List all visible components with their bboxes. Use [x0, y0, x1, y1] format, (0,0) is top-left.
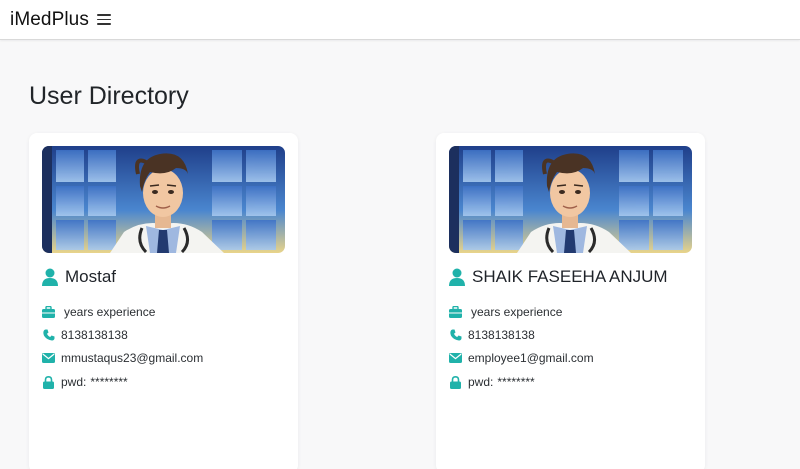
- email-address: mmustaqus23@gmail.com: [61, 351, 204, 365]
- experience-row: years experience: [449, 305, 562, 319]
- password-value: ********: [497, 375, 535, 389]
- password-label: pwd:: [61, 375, 87, 389]
- brand-logo[interactable]: iMedPlus: [10, 9, 89, 31]
- experience-row: years experience: [42, 305, 155, 319]
- page-title: User Directory: [29, 82, 189, 110]
- user-card: Mostaf years experience 8138138138 mmust: [29, 133, 298, 469]
- experience-text: years experience: [471, 305, 563, 319]
- user-icon: [449, 268, 465, 286]
- user-name-row: SHAIK FASEEHA ANJUM: [449, 267, 668, 287]
- phone-row: 8138138138: [42, 328, 128, 342]
- envelope-icon: [449, 352, 462, 365]
- user-card: SHAIK FASEEHA ANJUM years experience 813…: [436, 133, 705, 469]
- email-row: employee1@gmail.com: [449, 351, 594, 365]
- phone-icon: [449, 329, 462, 342]
- lock-icon: [449, 375, 462, 389]
- top-navbar: iMedPlus: [0, 0, 800, 40]
- password-value: ********: [90, 375, 128, 389]
- experience-text: years experience: [64, 305, 156, 319]
- user-icon: [42, 268, 58, 286]
- password-row: pwd: ********: [42, 375, 128, 389]
- doctor-avatar-image: [449, 146, 692, 253]
- user-name: SHAIK FASEEHA ANJUM: [472, 267, 668, 286]
- doctor-avatar-image: [42, 146, 285, 253]
- email-row: mmustaqus23@gmail.com: [42, 351, 203, 365]
- phone-icon: [42, 329, 55, 342]
- briefcase-icon: [449, 306, 462, 319]
- user-name: Mostaf: [65, 267, 117, 286]
- hamburger-icon[interactable]: [96, 14, 111, 25]
- envelope-icon: [42, 352, 55, 365]
- phone-number: 8138138138: [61, 328, 128, 342]
- password-label: pwd:: [468, 375, 494, 389]
- email-address: employee1@gmail.com: [468, 351, 594, 365]
- briefcase-icon: [42, 306, 55, 319]
- phone-row: 8138138138: [449, 328, 535, 342]
- user-name-row: Mostaf: [42, 267, 116, 287]
- phone-number: 8138138138: [468, 328, 535, 342]
- lock-icon: [42, 375, 55, 389]
- password-row: pwd: ********: [449, 375, 535, 389]
